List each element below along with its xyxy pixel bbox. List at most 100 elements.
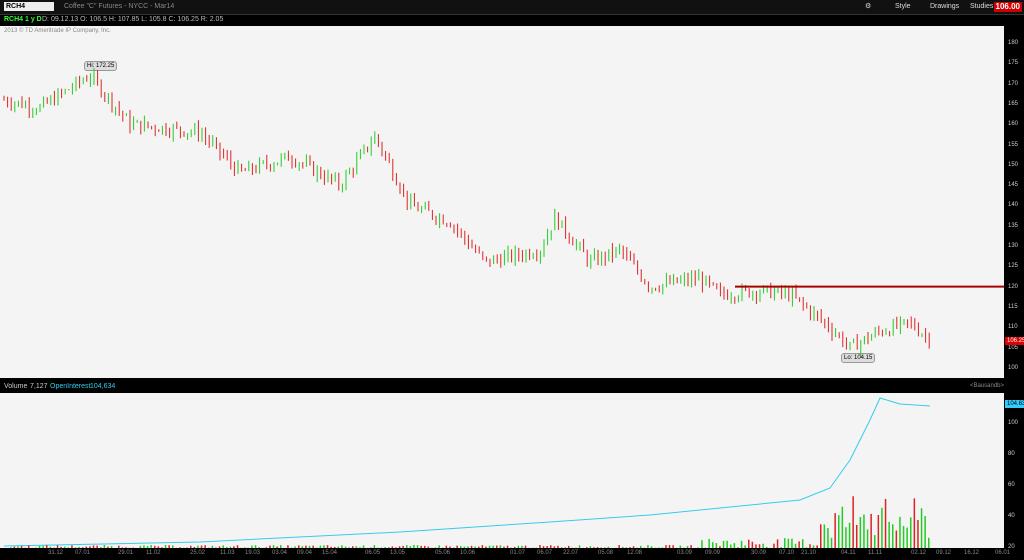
volume-bar xyxy=(413,545,415,548)
volume-bar xyxy=(517,545,520,548)
volume-bar xyxy=(326,545,329,548)
volume-bar xyxy=(492,545,494,548)
volume-bar xyxy=(10,547,12,548)
volume-bar xyxy=(474,546,476,548)
volume-bar xyxy=(323,545,325,548)
volume-bar xyxy=(640,545,642,548)
volume-bar xyxy=(85,546,88,548)
volume-bar xyxy=(373,545,376,548)
volume-bar xyxy=(697,547,700,548)
volume-bar xyxy=(910,517,912,548)
volume-bar xyxy=(121,547,124,548)
volume-bar xyxy=(816,545,818,548)
volume-bar xyxy=(42,545,44,548)
volume-bar xyxy=(298,545,300,548)
volume-bar xyxy=(881,507,883,548)
volume-bar xyxy=(13,546,16,548)
volume-bar xyxy=(733,543,736,548)
volume-bar xyxy=(632,546,635,548)
volume-bar xyxy=(319,545,322,548)
volume-bar xyxy=(218,546,221,548)
volume-bar xyxy=(812,545,815,548)
volume-bar xyxy=(542,546,545,548)
volume-bar xyxy=(503,546,505,548)
volume-bar xyxy=(280,545,282,548)
volume-bar xyxy=(852,496,854,548)
volume-bar xyxy=(564,547,566,548)
volume-bar xyxy=(766,546,768,548)
volume-bar xyxy=(672,545,674,548)
volume-bar xyxy=(902,526,905,548)
volume-bar xyxy=(186,547,188,548)
volume-bar xyxy=(820,524,822,548)
volume-bar xyxy=(560,547,563,548)
volume-bar xyxy=(895,530,898,548)
volume-bar xyxy=(229,546,232,548)
volume-bar xyxy=(308,545,311,548)
volume-bar xyxy=(906,527,908,548)
volume-bar xyxy=(272,545,275,548)
volume-bar xyxy=(920,508,923,548)
volume-bar xyxy=(730,544,732,548)
volume-bar xyxy=(17,546,19,548)
volume-bar xyxy=(618,545,620,548)
volume-bar xyxy=(647,545,649,548)
volume-bar xyxy=(157,546,160,548)
volume-bar xyxy=(650,546,653,548)
volume-bar xyxy=(701,540,703,548)
volume-bar xyxy=(258,547,260,548)
volume-bar xyxy=(402,545,404,548)
volume-bar xyxy=(265,547,268,548)
volume-bar xyxy=(589,546,592,548)
volume-bar xyxy=(71,545,73,548)
volume-bar xyxy=(118,545,120,548)
volume-bar xyxy=(661,547,664,548)
volume-bar xyxy=(596,547,599,548)
volume-bar xyxy=(463,546,466,548)
volume-bar xyxy=(107,546,109,548)
volume-bar xyxy=(748,539,750,548)
volume-bar xyxy=(668,545,671,548)
volume-bar xyxy=(758,544,761,548)
volume-bar xyxy=(125,547,127,548)
volume-bar xyxy=(586,547,588,548)
volume-bar xyxy=(928,537,930,548)
volume-bar xyxy=(164,545,167,548)
volume-bar xyxy=(355,546,358,548)
volume-bar xyxy=(686,546,689,548)
volume-bar xyxy=(622,546,624,548)
volume-bar xyxy=(823,524,826,548)
volume-bar xyxy=(805,547,808,548)
volume-bar xyxy=(197,545,199,548)
volume-bar xyxy=(600,547,602,548)
volume-bar xyxy=(845,527,847,548)
volume-bar xyxy=(60,546,62,548)
volume-bar xyxy=(550,545,552,548)
volume-bar xyxy=(384,547,386,548)
volume-bar xyxy=(712,542,714,548)
volume-bar xyxy=(708,538,710,548)
volume-bar xyxy=(92,545,95,548)
volume-bar xyxy=(226,546,228,548)
volume-bar xyxy=(722,540,725,548)
volume-bar xyxy=(100,547,102,548)
volume-bar xyxy=(236,545,239,548)
volume-bar xyxy=(146,545,149,548)
volume-bar xyxy=(139,545,142,548)
volume-bar xyxy=(715,543,718,548)
volume-bar xyxy=(726,540,728,548)
volume-bar xyxy=(344,546,347,548)
volume-bar xyxy=(780,547,782,548)
volume-bar xyxy=(424,545,426,548)
volume-bar xyxy=(406,545,408,548)
volume-bar xyxy=(557,545,559,548)
volume-bar xyxy=(856,524,858,548)
volume-bar xyxy=(449,546,451,548)
volume-bar xyxy=(416,545,419,548)
volume-bar xyxy=(787,538,790,548)
volume-bar xyxy=(838,515,840,548)
volume-bar xyxy=(578,545,581,548)
volume-bar xyxy=(233,546,235,548)
volume-bar xyxy=(593,547,595,548)
volume-bar xyxy=(924,516,926,548)
